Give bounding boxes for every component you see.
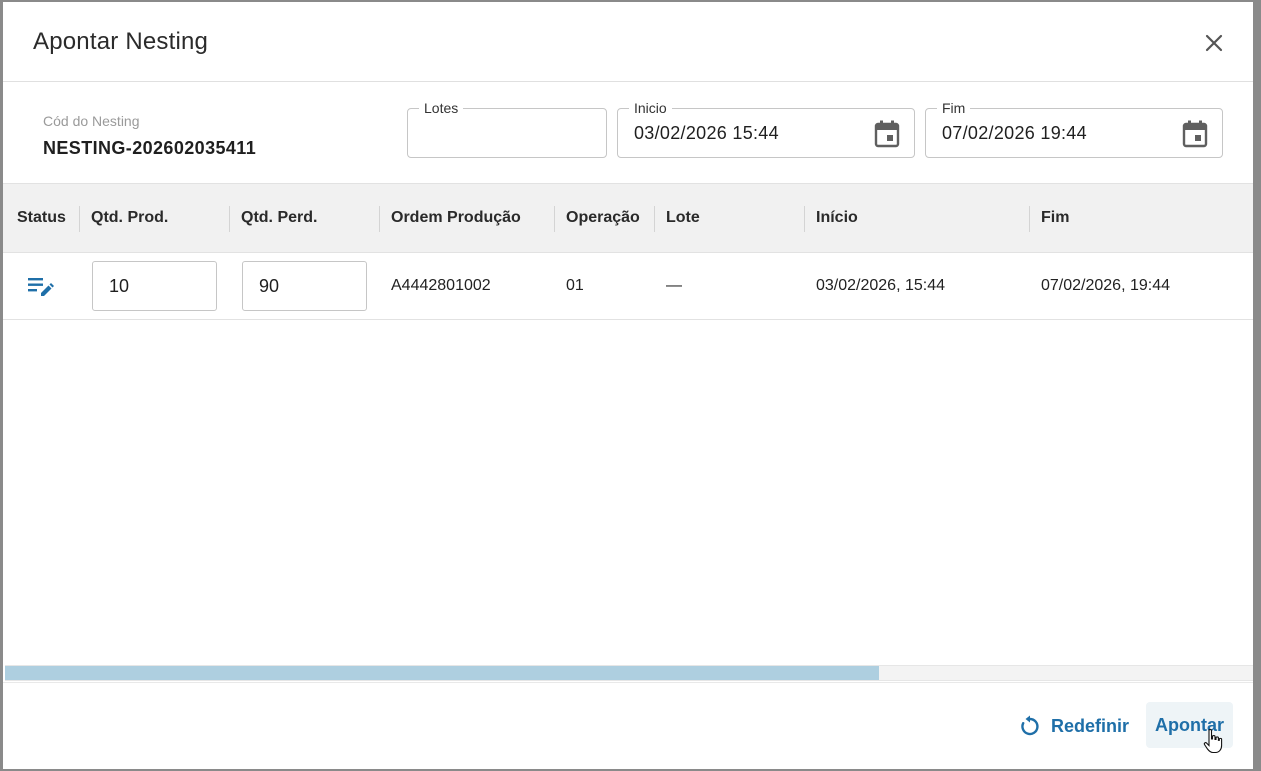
cell-fim: 07/02/2026, 19:44 [1041, 277, 1171, 294]
inicio-field: Inicio 03/02/2026 15:44 [617, 99, 915, 158]
footer-divider [3, 682, 1253, 683]
inicio-input[interactable]: 03/02/2026 15:44 [634, 123, 779, 144]
col-status[interactable]: Status [5, 184, 66, 252]
nesting-code-value: NESTING-202602035411 [43, 138, 257, 158]
col-inicio[interactable]: Início [804, 184, 858, 252]
scrollbar-thumb[interactable] [5, 666, 879, 680]
status-edit-button[interactable] [28, 275, 54, 299]
col-ordem-producao[interactable]: Ordem Produção [379, 184, 521, 252]
calendar-icon [1182, 120, 1208, 148]
col-qtd-prod[interactable]: Qtd. Prod. [79, 184, 168, 252]
close-icon [1205, 34, 1223, 52]
lotes-input[interactable] [424, 123, 594, 144]
fim-label: Fim [937, 99, 971, 117]
inicio-label: Inicio [629, 99, 672, 117]
lotes-label: Lotes [419, 99, 464, 117]
close-button[interactable] [1199, 28, 1229, 58]
cell-lote: — [666, 277, 682, 294]
grid-header: Status Qtd. Prod. Qtd. Perd. Ordem Produ… [3, 183, 1253, 253]
horizontal-scrollbar[interactable] [5, 665, 1253, 681]
apontar-nesting-dialog: Apontar Nesting Cód do Nesting NESTING-2… [3, 2, 1253, 769]
apontar-button[interactable]: Apontar [1146, 702, 1233, 748]
cell-ordem-producao: A4442801002 [391, 277, 491, 294]
reset-icon [1021, 715, 1039, 736]
fim-field: Fim 07/02/2026 19:44 [925, 99, 1223, 158]
apontamento-grid: Status Qtd. Prod. Qtd. Perd. Ordem Produ… [3, 183, 1253, 683]
fim-input[interactable]: 07/02/2026 19:44 [942, 123, 1087, 144]
col-lote[interactable]: Lote [654, 184, 700, 252]
inicio-calendar-button[interactable] [874, 120, 900, 148]
cell-operacao: 01 [566, 277, 584, 294]
fim-calendar-button[interactable] [1182, 120, 1208, 148]
edit-note-icon [28, 278, 54, 296]
lotes-field: Lotes [407, 99, 607, 158]
cell-inicio: 03/02/2026, 15:44 [816, 277, 946, 294]
redefinir-button[interactable]: Redefinir [1011, 704, 1137, 748]
qtd-perd-input[interactable] [242, 261, 367, 311]
dialog-title: Apontar Nesting [33, 28, 209, 55]
qtd-prod-input[interactable] [92, 261, 217, 311]
redefinir-label: Redefinir [1051, 715, 1130, 736]
calendar-icon [874, 120, 900, 148]
col-fim[interactable]: Fim [1029, 184, 1069, 252]
nesting-code-label: Cód do Nesting [43, 113, 140, 129]
col-qtd-perd[interactable]: Qtd. Perd. [229, 184, 317, 252]
col-operacao[interactable]: Operação [554, 184, 640, 252]
dialog-header: Apontar Nesting [3, 2, 1253, 82]
table-row[interactable]: A4442801002 01 — 03/02/2026, 15:44 07/02… [3, 253, 1253, 320]
